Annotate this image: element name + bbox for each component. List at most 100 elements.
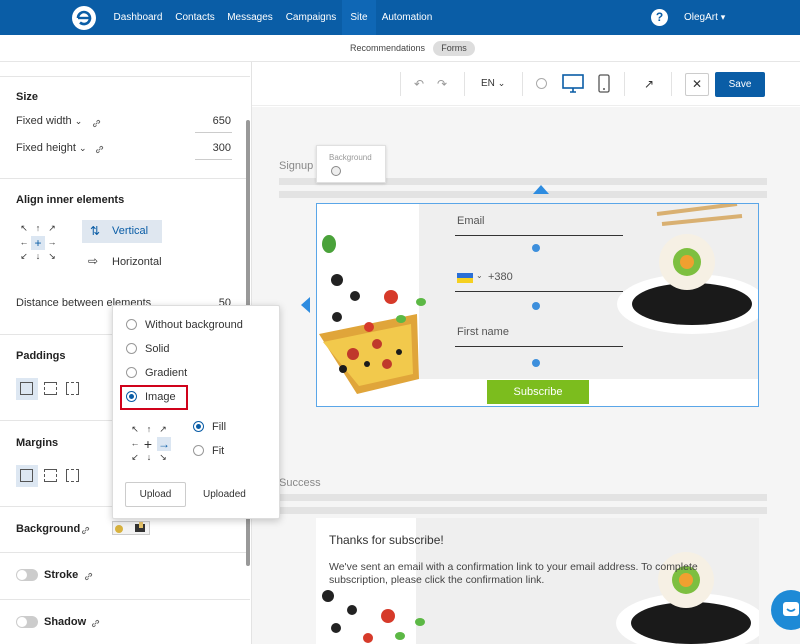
radio-gradient[interactable] — [126, 367, 137, 378]
radio-image[interactable] — [126, 391, 137, 402]
email-field[interactable]: Email — [455, 208, 623, 236]
subnav-recommendations[interactable]: Recommendations — [350, 43, 425, 53]
chevron-down-icon: ⌄ — [74, 116, 83, 126]
radio-fit[interactable] — [193, 445, 204, 456]
logo-icon[interactable] — [72, 6, 96, 30]
input-underline — [195, 132, 232, 133]
nav-campaigns[interactable]: Campaigns — [282, 0, 340, 35]
phone-field[interactable]: ⌄ +380 — [455, 264, 623, 292]
undo-icon[interactable]: ↶ — [414, 77, 424, 91]
background-type-popup: Without background Solid Gradient Image … — [112, 305, 280, 519]
shadow-toggle[interactable] — [16, 616, 38, 628]
option-without-background[interactable]: Without background — [145, 319, 243, 331]
nav-contacts[interactable]: Contacts — [170, 0, 220, 35]
paddings-selector[interactable] — [16, 378, 86, 400]
stroke-toggle[interactable] — [16, 569, 38, 581]
spacing-handle-icon[interactable] — [532, 244, 540, 252]
link-icon[interactable] — [91, 619, 100, 628]
padding-vertical-icon[interactable] — [66, 382, 79, 395]
preview-circle-icon[interactable] — [536, 78, 547, 89]
horizontal-align-icon: ⇨ — [88, 254, 99, 268]
help-icon[interactable]: ? — [651, 9, 668, 26]
margins-selector[interactable] — [16, 465, 86, 487]
first-name-placeholder: First name — [457, 326, 509, 338]
link-icon[interactable] — [81, 526, 90, 535]
background-thumbnail[interactable] — [112, 521, 150, 535]
background-tooltip: Background — [316, 145, 386, 183]
square-icon — [20, 382, 33, 395]
fixed-height-dropdown[interactable]: Fixed height ⌄ — [16, 142, 87, 154]
user-menu[interactable]: OlegArt ▾ — [684, 0, 725, 35]
divider — [0, 178, 250, 179]
top-nav: Dashboard Contacts Messages Campaigns Si… — [0, 0, 800, 35]
link-icon[interactable] — [95, 145, 104, 154]
margins-title: Margins — [16, 437, 59, 449]
radio-without-background[interactable] — [126, 319, 137, 330]
section-stripe — [279, 191, 767, 198]
divider — [0, 599, 250, 600]
close-button[interactable]: ✕ — [685, 73, 709, 96]
divider — [671, 72, 672, 96]
radio-solid[interactable] — [126, 343, 137, 354]
subscribe-button[interactable]: Subscribe — [487, 380, 589, 404]
option-gradient[interactable]: Gradient — [145, 367, 187, 379]
upload-button[interactable]: Upload — [125, 482, 186, 507]
language-select[interactable]: EN ⌄ — [481, 78, 505, 89]
success-title: Thanks for subscribe! — [329, 533, 444, 547]
fixed-height-input[interactable]: 300 — [195, 142, 231, 154]
mobile-icon[interactable] — [598, 74, 610, 94]
align-title: Align inner elements — [16, 194, 125, 206]
alignment-grid[interactable]: ↖ ↑ ↗ ← + → ↙ ↓ ↘ — [18, 223, 60, 265]
section-stripe — [279, 494, 767, 501]
desktop-icon[interactable] — [562, 74, 584, 94]
spacing-handle-icon[interactable] — [532, 302, 540, 310]
nav-site[interactable]: Site — [342, 0, 376, 35]
success-form[interactable]: Thanks for subscribe! We've sent an emai… — [316, 518, 759, 644]
padding-horizontal-icon[interactable] — [44, 382, 57, 395]
option-fit[interactable]: Fit — [212, 445, 224, 457]
divider — [0, 552, 250, 553]
subnav-forms[interactable]: Forms — [433, 41, 475, 56]
link-icon[interactable] — [92, 119, 101, 128]
option-fill[interactable]: Fill — [212, 421, 226, 433]
nav-dashboard[interactable]: Dashboard — [110, 0, 166, 35]
radio-fill[interactable] — [193, 421, 204, 432]
link-icon[interactable] — [84, 572, 93, 581]
image-icon — [331, 166, 341, 176]
signup-form[interactable]: Email ⌄ +380 First name Subscribe — [316, 203, 759, 407]
image-thumbnail-icon — [115, 522, 145, 533]
resize-handle-left-icon[interactable] — [301, 297, 310, 313]
vertical-option[interactable]: ⇅ Vertical — [82, 220, 162, 243]
option-image[interactable]: Image — [145, 391, 176, 403]
divider — [464, 72, 465, 96]
fixed-height-label: Fixed height — [16, 142, 76, 154]
language-value: EN — [481, 78, 495, 89]
ukraine-flag-icon[interactable] — [457, 273, 473, 283]
background-title: Background — [16, 523, 81, 535]
close-icon: ✕ — [691, 77, 703, 91]
margin-horizontal-icon[interactable] — [44, 469, 57, 482]
horizontal-option[interactable]: ⇨ Horizontal — [82, 250, 172, 273]
resize-handle-top-icon[interactable] — [533, 185, 549, 194]
option-solid[interactable]: Solid — [145, 343, 169, 355]
nav-automation[interactable]: Automation — [378, 0, 436, 35]
stroke-title: Stroke — [44, 569, 79, 581]
margin-vertical-icon[interactable] — [66, 469, 79, 482]
section-stripe — [279, 507, 767, 514]
fixed-width-input[interactable]: 650 — [195, 115, 231, 127]
save-button[interactable]: Save — [715, 72, 765, 97]
paddings-title: Paddings — [16, 350, 66, 362]
redo-icon[interactable]: ↷ — [437, 77, 447, 91]
spacing-handle-icon[interactable] — [532, 359, 540, 367]
uploaded-tab[interactable]: Uploaded — [203, 489, 246, 500]
chevron-down-icon: ⌄ — [497, 78, 506, 88]
image-position-grid[interactable]: ↖ ↑ ↗ ← + → ↙ ↓ ↘ — [129, 424, 171, 466]
open-external-icon[interactable]: ↗ — [644, 77, 654, 91]
divider — [522, 72, 523, 96]
first-name-field[interactable]: First name — [455, 319, 623, 347]
user-name: OlegArt — [684, 12, 718, 23]
chevron-down-icon: ⌄ — [79, 143, 87, 153]
nav-messages[interactable]: Messages — [224, 0, 276, 35]
vertical-label: Vertical — [112, 225, 149, 237]
fixed-width-dropdown[interactable]: Fixed width ⌄ — [16, 115, 82, 127]
